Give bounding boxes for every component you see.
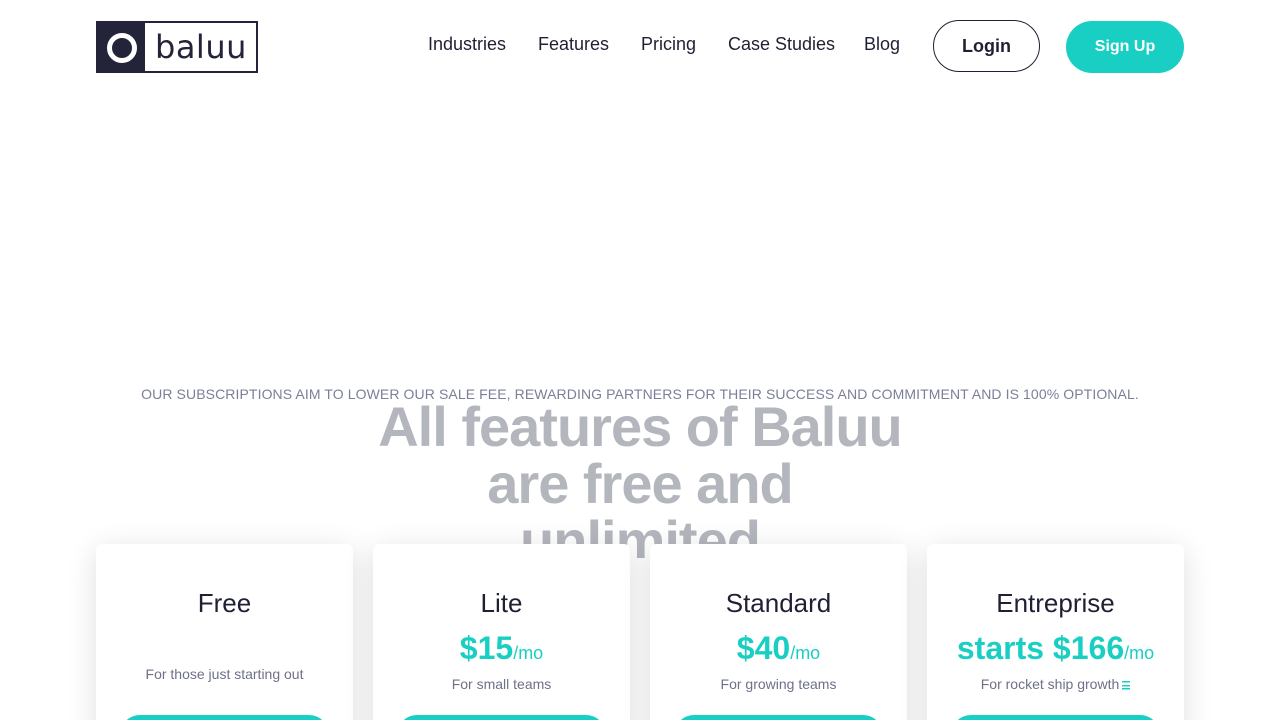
- nav-blog[interactable]: Blog: [864, 34, 914, 55]
- site-header: baluu Industries Features Pricing Case S…: [0, 0, 1280, 94]
- plan-description-text: For rocket ship growth: [980, 676, 1120, 692]
- plan-card-free: Free For those just starting out: [96, 544, 353, 720]
- logo-mark-icon: [98, 23, 145, 71]
- plan-select-button[interactable]: [951, 715, 1160, 720]
- plan-description: For small teams: [451, 676, 552, 692]
- headline-line-2: are free and: [487, 452, 793, 515]
- price-amount: $40: [736, 630, 791, 666]
- baluu-logo[interactable]: baluu: [96, 21, 258, 73]
- pricing-page: baluu Industries Features Pricing Case S…: [0, 0, 1280, 720]
- plan-description: For rocket ship growth: [927, 676, 1184, 692]
- info-icon[interactable]: [1122, 681, 1131, 690]
- price-amount: $15: [459, 630, 514, 666]
- nav-industries[interactable]: Industries: [428, 34, 518, 55]
- plan-card-lite: Lite $15/mo For small teams: [373, 544, 630, 720]
- price-period: /mo: [513, 643, 544, 663]
- plan-price: $15/mo: [373, 630, 630, 667]
- plan-card-entreprise: Entreprise starts $166/mo For rocket shi…: [927, 544, 1184, 720]
- plan-select-button[interactable]: [674, 715, 883, 720]
- plan-card-standard: Standard $40/mo For growing teams: [650, 544, 907, 720]
- headline-line-1: All features of Baluu: [378, 398, 903, 458]
- plan-name: Standard: [725, 588, 832, 618]
- price-period: /mo: [790, 643, 821, 663]
- hero-headline: All features of Baluu are free and unlim…: [340, 398, 940, 558]
- plan-description: For growing teams: [720, 676, 837, 692]
- nav-case-studies[interactable]: Case Studies: [728, 34, 848, 55]
- plan-name: Entreprise: [996, 588, 1115, 618]
- plan-select-button[interactable]: [397, 715, 606, 720]
- plan-description: For those just starting out: [145, 666, 304, 682]
- sign-up-button[interactable]: Sign Up: [1066, 21, 1184, 73]
- nav-features[interactable]: Features: [538, 34, 618, 55]
- plan-select-button[interactable]: [120, 715, 329, 720]
- plan-price: starts $166/mo: [927, 630, 1184, 667]
- price-amount: starts $166: [956, 630, 1125, 666]
- login-button[interactable]: Login: [933, 20, 1040, 72]
- plan-price: $40/mo: [650, 630, 907, 667]
- nav-pricing[interactable]: Pricing: [641, 34, 711, 55]
- plan-name: Free: [197, 588, 252, 618]
- logo-wordmark: baluu: [155, 28, 247, 66]
- plan-name: Lite: [480, 588, 523, 618]
- price-period: /mo: [1124, 643, 1155, 663]
